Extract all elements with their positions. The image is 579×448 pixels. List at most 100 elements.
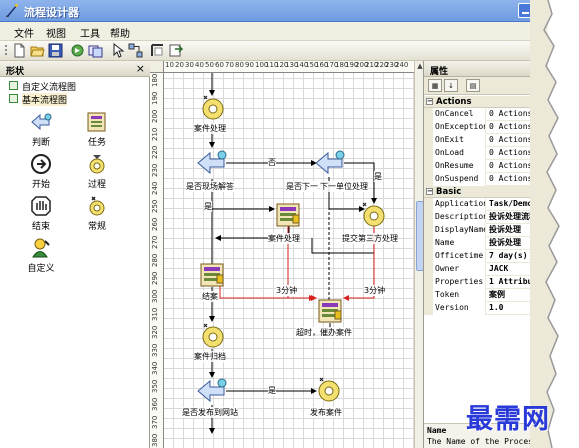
category-label: 自定义流程图 bbox=[22, 83, 77, 93]
ruler-tick-label: 20 bbox=[175, 61, 184, 69]
close-icon[interactable]: × bbox=[136, 62, 145, 75]
menu-tools[interactable]: 工具 bbox=[80, 25, 100, 40]
property-key: OnExit bbox=[424, 134, 486, 147]
open-icon[interactable] bbox=[30, 43, 45, 58]
timeout-connector[interactable] bbox=[219, 281, 315, 301]
property-key: Version bbox=[424, 302, 486, 315]
shape-start[interactable]: 开始 bbox=[18, 153, 64, 195]
shape-process[interactable]: 过程 bbox=[74, 153, 120, 195]
shape-decision[interactable]: 判断 bbox=[18, 111, 64, 153]
scroll-up-icon[interactable]: ▲ bbox=[415, 61, 423, 71]
pointer-icon[interactable] bbox=[110, 43, 125, 58]
new-icon[interactable] bbox=[12, 43, 27, 58]
ruler-tick-label: 190 bbox=[151, 91, 159, 105]
connector-icon[interactable] bbox=[128, 43, 143, 58]
vertical-scrollbar[interactable]: ▲ bbox=[414, 61, 423, 448]
node-label: 发布案件 bbox=[310, 407, 342, 418]
export-icon[interactable] bbox=[168, 43, 183, 58]
start-icon bbox=[31, 154, 51, 174]
refresh-icon[interactable] bbox=[70, 43, 85, 58]
task-node-icon[interactable] bbox=[274, 201, 302, 229]
process-node-icon[interactable] bbox=[360, 201, 388, 229]
ruler-tick-label: 310 bbox=[151, 307, 159, 321]
shape-custom[interactable]: 自定义 bbox=[18, 237, 64, 279]
shape-task[interactable]: 任务 bbox=[74, 111, 120, 153]
ruler-tick-label: 250 bbox=[151, 199, 159, 213]
toolbar bbox=[0, 41, 548, 61]
alphabetical-icon[interactable]: ↓ bbox=[444, 79, 458, 92]
menu-view[interactable]: 视图 bbox=[46, 25, 66, 40]
process-node-icon[interactable] bbox=[200, 95, 226, 121]
property-key: Application bbox=[424, 198, 486, 211]
section-title: Basic bbox=[436, 187, 462, 197]
stencil-icon bbox=[9, 94, 18, 103]
shapes-panel: 形状 × 自定义流程图 基本流程图 判断 任务 开始 过程 结束 常规 自定义 bbox=[0, 61, 150, 448]
collapse-icon[interactable]: − bbox=[426, 188, 433, 195]
node-label: 是否发布到网站 bbox=[182, 407, 238, 418]
process-node-icon[interactable] bbox=[316, 377, 342, 403]
ruler-tick-label: 270 bbox=[151, 235, 159, 249]
row-gutter bbox=[424, 211, 433, 224]
shape-general[interactable]: 常规 bbox=[74, 195, 120, 237]
row-gutter bbox=[424, 147, 433, 160]
property-key: Name bbox=[424, 237, 486, 250]
property-key: Officetime bbox=[424, 250, 486, 263]
decision-node-icon[interactable] bbox=[314, 149, 346, 177]
app-window: 流程设计器 文件 视图 工具 帮助 形状 × 自定义流程图 基本流程图 判断 任… bbox=[0, 0, 548, 448]
property-key: OnException bbox=[424, 121, 486, 134]
decision-node-icon[interactable] bbox=[196, 149, 228, 177]
edge-label-3min: 3分钟 bbox=[364, 285, 386, 296]
row-gutter bbox=[424, 302, 433, 315]
ruler-top: 10 20 30 40 50 60 70 80 90 100 110 120 130 140 150 160 1… bbox=[164, 61, 414, 73]
title-bar: 流程设计器 bbox=[0, 0, 548, 22]
ruler-tick-label: 40 bbox=[195, 61, 204, 69]
ruler-tick-label: 230 bbox=[151, 163, 159, 177]
ruler-tick-label: 90 bbox=[245, 61, 254, 69]
process-node-icon[interactable] bbox=[200, 323, 226, 349]
edge-label-yes: 是 bbox=[204, 201, 212, 212]
property-key: Properties bbox=[424, 276, 486, 289]
copy-icon[interactable] bbox=[88, 43, 103, 58]
collapse-icon[interactable]: − bbox=[426, 98, 433, 105]
shape-label: 任务 bbox=[87, 138, 106, 148]
row-gutter bbox=[424, 276, 433, 289]
decision-node-icon[interactable] bbox=[196, 377, 228, 405]
ruler-tick-label: 370 bbox=[151, 415, 159, 429]
ruler-tick-label: 340 bbox=[151, 361, 159, 375]
row-gutter bbox=[424, 250, 433, 263]
ruler-tick-label: 330 bbox=[151, 343, 159, 357]
ruler-tick-label: 350 bbox=[151, 379, 159, 393]
property-key: Owner bbox=[424, 263, 486, 276]
scroll-thumb[interactable] bbox=[416, 201, 423, 271]
ruler-tick-label: 30 bbox=[185, 61, 194, 69]
row-gutter bbox=[424, 134, 433, 147]
shapes-panel-title: 形状 bbox=[6, 67, 25, 77]
node-label: 下一单位处理 bbox=[320, 181, 368, 192]
ruler-tick-label: 300 bbox=[151, 289, 159, 303]
menu-bar: 文件 视图 工具 帮助 bbox=[0, 22, 548, 41]
row-gutter bbox=[424, 289, 433, 302]
shape-end[interactable]: 结束 bbox=[18, 195, 64, 237]
node-label: 案件处理 bbox=[194, 123, 226, 134]
description-name: Name bbox=[427, 426, 447, 435]
task-node-icon[interactable] bbox=[198, 261, 226, 289]
menu-help[interactable]: 帮助 bbox=[110, 25, 130, 40]
node-label: 案件处理 bbox=[268, 233, 300, 244]
ruler-corner bbox=[150, 61, 164, 73]
grid-icon[interactable] bbox=[150, 43, 165, 58]
ruler-tick-label: 280 bbox=[151, 253, 159, 267]
end-icon bbox=[31, 196, 51, 216]
menu-file[interactable]: 文件 bbox=[14, 25, 34, 40]
ruler-tick-label: 220 bbox=[151, 145, 159, 159]
diagram-canvas[interactable]: 案件处理 是否现场解答 否 是否下一 下一单位处理 是 案件处理 提交第三方处理… bbox=[164, 73, 414, 448]
save-icon[interactable] bbox=[48, 43, 63, 58]
row-gutter bbox=[424, 160, 433, 173]
property-key: OnSuspend bbox=[424, 173, 486, 186]
row-gutter bbox=[424, 237, 433, 250]
task-node-icon[interactable] bbox=[316, 297, 344, 325]
property-pages-icon[interactable]: ▤ bbox=[466, 79, 480, 92]
torn-edge-decoration bbox=[530, 0, 560, 448]
categorized-icon[interactable]: ▦ bbox=[428, 79, 442, 92]
property-key: DisplayName bbox=[424, 224, 486, 237]
shape-label: 常规 bbox=[87, 222, 106, 232]
